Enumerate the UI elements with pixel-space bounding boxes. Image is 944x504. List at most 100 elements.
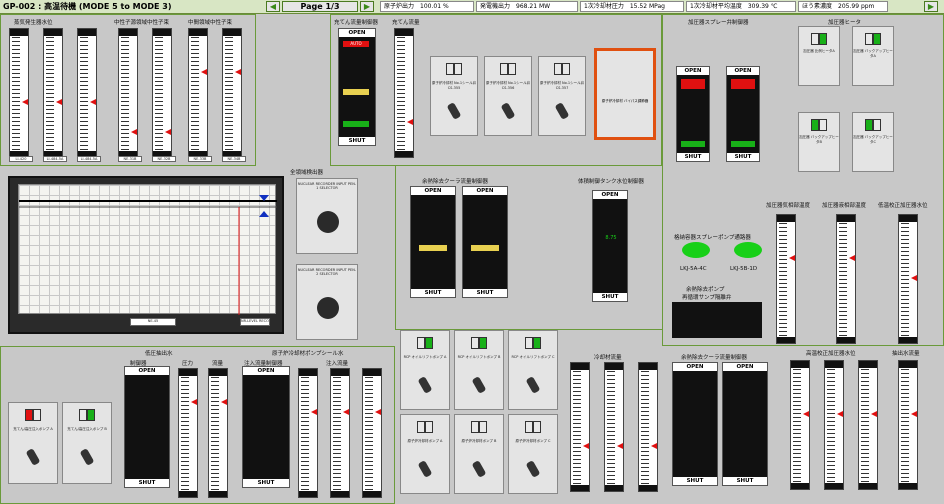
cs-356-switch[interactable]: 原子炉冷却材 No.1シール弁 CS-356 [484,56,532,136]
recorder-trace-svg [19,195,277,315]
heater-backup-a[interactable]: 加圧器 バックアップヒータA [852,26,894,86]
chevron-left-icon: ◀ [269,2,277,11]
cooling-flow-indicator-c [638,362,658,492]
page-forward-button[interactable]: ▶ [924,1,938,12]
heater-proportional-a[interactable]: 加圧器 比例ヒータA [798,26,840,86]
charging-pump-a-switch[interactable]: 充てん/高圧注入ポンプ A [8,402,58,484]
prev-page-button[interactable]: ◀ [266,1,280,12]
label-rcp-seal: 原子炉冷却材ポンプシール水 [272,351,344,357]
label-charging-flow: 充てん流量 [392,20,420,26]
tag-sg-b: LI-484-5A [43,156,67,162]
recorder-paper [18,184,277,315]
rcp-oil-lift-c[interactable]: RCP オイルリフトポンプ C [508,330,558,410]
hp-pzr-level-c [858,360,878,490]
rhr-label-a: LKJ-5A-4C [680,266,707,272]
arrow-right-icon: ▶ [927,2,935,11]
sg-level-indicator-b [43,28,63,158]
selector-knob-1[interactable] [317,211,339,233]
tag-sg-c: LI-484-5A [77,156,101,162]
charging-flow-indicator [394,28,414,158]
hp-pzr-level-b [824,360,844,490]
page-indicator: Page 1/3 [282,1,358,12]
letdown-press-indicator [178,368,198,498]
label-low-press-level: 低温校正加圧器水位 [878,203,928,209]
residual-cooler-ctl-b[interactable]: OPEN SHUT [462,186,508,298]
cs-355-switch[interactable]: 原子炉冷却材 No.1シール弁 CS-355 [430,56,478,136]
sg-level-indicator-a [9,28,29,158]
heater-backup-c[interactable]: 加圧器 バックアップヒータC [852,112,894,172]
label-vct-level: 体積制御タンク水位制御器 [578,179,645,185]
seal-flow-indicator-c [362,368,382,498]
cooling-flow-indicator-a [570,362,590,492]
tag-ne-d: NE-34B [222,156,246,162]
selector-knob-2[interactable] [317,297,339,319]
letdown-controller[interactable]: OPEN SHUT [124,366,170,488]
sump-valves-panel[interactable] [672,302,762,338]
pen1-selector[interactable]: NUCLEAR RECORDER INPUT PEN-1 SELECTOR [296,178,358,254]
label-inter-range: 中間領域中性子束 [188,20,233,26]
label-source-range: 中性子源領域中性子束 [114,20,170,26]
label-letdown-flow: 流量 [212,361,224,367]
label-pzr-heater: 加圧器ヒータ [828,20,862,26]
pzr-liquid-indicator [836,214,856,344]
inter-range-indicator-b [222,28,242,158]
residual-cooler2-ctl-a[interactable]: OPEN SHUT [672,362,718,486]
recorder-tag2: NR-LEVEL RECORDER [240,318,270,326]
label-hp-pzr-level: 高温校正加圧器水位 [806,351,856,357]
tag-ne-b: NE-32B [152,156,176,162]
label-residual-cooler2: 余熱除去クーラ流量制御器 [681,355,748,361]
cs-357-switch[interactable]: 原子炉冷却材 No.1シール弁 CS-357 [538,56,586,136]
readout-rcs-temp: 1次冷却材平均温度 309.39 ℃ [686,1,796,12]
label-residual-cooler: 余熱除去クーラ流量制御器 [422,179,489,185]
label-charging-ctl: 充てん流量制御器 [334,20,379,26]
readout-rcs-pressure: 1次冷却材圧力 15.52 MPag [580,1,684,12]
residual-cooler2-ctl-b[interactable]: OPEN SHUT [722,362,768,486]
cooling-flow-indicator-b [604,362,624,492]
inter-range-indicator-a [188,28,208,158]
label-pzr-spray: 加圧器スプレー弁制御器 [688,20,749,26]
vct-level-controller[interactable]: OPEN 8.75 SHUT [592,190,628,302]
rcp-pump-c[interactable]: 原子炉冷却材ポンプ C [508,414,558,494]
chart-recorder: NE-45 NR-LEVEL RECORDER [8,176,284,334]
label-rhr-pump: 余熱除去ポンプ [686,287,725,293]
residual-cooler-ctl-a[interactable]: OPEN SHUT [410,186,456,298]
seal-injection-controller[interactable]: OPEN SHUT [242,366,290,488]
spray-valve-a-controller[interactable]: OPEN SHUT [676,66,710,162]
page-title: GP-002 : 高温待機 (MODE 5 to MODE 3) [3,2,172,11]
rhr-pump-a-indicator [682,242,710,258]
rcp-oil-lift-a[interactable]: RCP オイルリフトポンプ A [400,330,450,410]
spray-valve-b-controller[interactable]: OPEN SHUT [726,66,760,162]
tag-ne-c: NE-33B [188,156,212,162]
seal-flow-indicator-b [330,368,350,498]
label-cooling-flow: 冷却材流量 [594,355,622,361]
label-pzr-press: 加圧器気相部温度 [766,203,811,209]
bypass-controller-highlight[interactable]: 原子炉冷却材 バイパス調節器 [594,48,656,140]
low-press-level-indicator [898,214,918,344]
charging-man-button[interactable] [343,121,369,127]
recorder-tag: NE-45 [130,318,176,326]
label-letdown-level: 抽出水流量 [892,351,920,357]
rcp-oil-lift-b[interactable]: RCP オイルリフトポンプ B [454,330,504,410]
source-range-indicator-b [152,28,172,158]
rhr-pump-b-indicator [734,242,762,258]
rcp-pump-b[interactable]: 原子炉冷却材ポンプ B [454,414,504,494]
label-letdown: 低圧抽出水 [145,351,173,357]
pzr-press-indicator [776,214,796,344]
label-letdown-press: 圧力 [182,361,194,367]
pen2-selector[interactable]: NUCLEAR RECORDER INPUT PEN-2 SELECTOR [296,264,358,340]
heater-backup-b[interactable]: 加圧器 バックアップヒータB [798,112,840,172]
label-seal-flow: 注入流量 [326,361,349,367]
charging-flow-controller[interactable]: OPEN AUTO SHUT [338,28,376,146]
charging-output-up[interactable] [343,89,369,95]
rcp-pump-a[interactable]: 原子炉冷却材ポンプ A [400,414,450,494]
header-bar: GP-002 : 高温待機 (MODE 5 to MODE 3) ◀ Page … [0,0,944,14]
label-full-range: 全領域検出器 [290,170,324,176]
source-range-indicator-a [118,28,138,158]
chevron-right-icon: ▶ [363,2,371,11]
label-steam-gen: 蒸気発生器水位 [14,20,53,26]
charging-pump-b-switch[interactable]: 充てん/高圧注入ポンプ B [62,402,112,484]
letdown-flow-indicator [208,368,228,498]
label-cont-spray: 格納容器スプレーポンプ通路器 [674,235,751,241]
label-pzr-liquid: 加圧器液相部温度 [822,203,867,209]
next-page-button[interactable]: ▶ [360,1,374,12]
